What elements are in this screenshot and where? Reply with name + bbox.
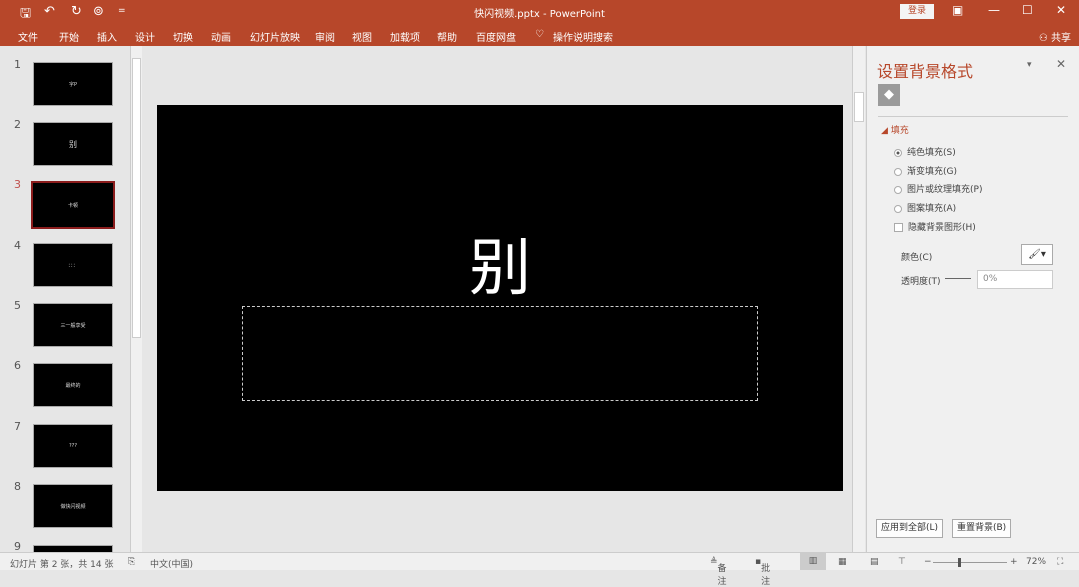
picture-fill-radio[interactable]: 图片或纹理填充(P) [894, 182, 982, 195]
maximize-button[interactable]: ☐ [1022, 3, 1033, 17]
slideshow-button[interactable]: ⊤ [898, 557, 906, 567]
slide-thumb[interactable]: 字P [33, 62, 113, 106]
tab-animations[interactable]: 动画 [211, 29, 231, 44]
slide-thumb[interactable]: 三一般享受 [33, 303, 113, 347]
pane-title: 设置背景格式 [877, 62, 974, 81]
reading-view-button[interactable]: ▤ [870, 557, 879, 567]
transparency-label: 透明度(T) [901, 277, 941, 287]
fit-to-window-icon[interactable]: ⛶ [1057, 557, 1063, 567]
current-slide[interactable]: 别 [157, 105, 843, 491]
option-label: 纯色填充(S) [907, 148, 956, 158]
reset-background-button[interactable]: 重置背景(B) [952, 519, 1012, 538]
language-indicator[interactable]: 中文(中国) [150, 557, 193, 570]
zoom-slider[interactable] [933, 558, 1007, 567]
slide-number: 3 [14, 178, 21, 191]
slide-thumb[interactable]: 做快闪视频 [33, 484, 113, 528]
color-picker-button[interactable]: 🖌▾ [1021, 244, 1053, 265]
pane-close-icon[interactable]: ✕ [1056, 57, 1066, 71]
lightbulb-icon: ♡ [535, 29, 544, 40]
slide-thumb[interactable]: 别 [33, 122, 113, 166]
spellcheck-icon[interactable]: ⎘ [128, 557, 135, 567]
ribbon-tabs: 文件 开始 插入 设计 切换 动画 幻灯片放映 审阅 视图 加载项 帮助 百度网… [0, 24, 1079, 46]
zoom-slider-thumb[interactable] [958, 558, 961, 567]
slide-number: 2 [14, 118, 21, 131]
notes-label: 备注 [717, 564, 727, 587]
minimize-button[interactable]: — [988, 3, 1000, 17]
subtitle-placeholder[interactable] [242, 306, 758, 401]
tab-home[interactable]: 开始 [59, 29, 79, 44]
fill-section-header[interactable]: ◢ 填充 [881, 123, 909, 136]
transparency-input[interactable]: 0% [977, 270, 1053, 289]
editor-scrollbar[interactable] [852, 46, 865, 552]
option-label: 图案填充(A) [907, 204, 957, 214]
zoom-out-button[interactable]: − [924, 557, 932, 567]
comments-label: 批注 [761, 564, 771, 587]
color-label: 颜色(C) [901, 253, 933, 263]
tab-insert[interactable]: 插入 [97, 29, 117, 44]
radio[interactable] [894, 204, 902, 213]
slide-thumb[interactable]: ??? [33, 424, 113, 468]
fill-section-label: 填充 [890, 126, 909, 136]
slide-number: 8 [14, 480, 21, 493]
hide-bg-graphics-checkbox[interactable]: 隐藏背景图形(H) [894, 220, 976, 233]
slide-title-text[interactable]: 别 [157, 217, 843, 307]
tab-design[interactable]: 设计 [135, 29, 155, 44]
notes-button[interactable]: ≜ 备注 [710, 557, 727, 587]
tab-review[interactable]: 审阅 [315, 29, 335, 44]
tab-help[interactable]: 帮助 [437, 29, 457, 44]
divider [878, 116, 1068, 117]
slide-thumb-selected[interactable]: 卡顿 [31, 181, 115, 229]
slide-number: 7 [14, 420, 21, 433]
slide-thumb[interactable] [33, 545, 113, 552]
slide-thumb[interactable]: ：：： [33, 243, 113, 287]
format-background-pane: 设置背景格式 ▾ ✕ ◆ ◢ 填充 纯色填充(S) 渐变填充(G) 图片或纹理填… [866, 46, 1079, 552]
tab-addins[interactable]: 加载项 [390, 29, 420, 44]
transparency-slider[interactable] [945, 278, 971, 279]
tab-transitions[interactable]: 切换 [173, 29, 193, 44]
slide-number: 5 [14, 299, 21, 312]
normal-view-button[interactable]: ▥ [800, 553, 826, 570]
login-button[interactable]: 登录 [900, 4, 934, 19]
status-bar: 幻灯片 第 2 张，共 14 张 ⎘ 中文(中国) ≜ 备注 ▪ 批注 ▥ ▦ … [0, 552, 1079, 587]
option-label: 渐变填充(G) [907, 167, 957, 177]
slide-thumbnails: 1 字P 2 别 3 卡顿 4 ：：： 5 三一般享受 6 最终的 7 ??? … [0, 46, 130, 552]
share-button[interactable]: ⚇ 共享 [1039, 29, 1071, 44]
slide-number: 9 [14, 540, 21, 552]
slide-counter: 幻灯片 第 2 张，共 14 张 [10, 560, 114, 570]
slide-number: 4 [14, 239, 21, 252]
scroll-thumb[interactable] [132, 58, 141, 338]
radio[interactable] [894, 148, 902, 157]
pattern-fill-radio[interactable]: 图案填充(A) [894, 201, 956, 214]
slide-number: 1 [14, 58, 21, 71]
gradient-fill-radio[interactable]: 渐变填充(G) [894, 164, 957, 177]
slide-sorter-button[interactable]: ▦ [838, 557, 847, 567]
radio[interactable] [894, 167, 902, 176]
title-bar: 🖫 ↶ ↻ ⊚ = 快闪视频.pptx - PowerPoint 登录 ▣ — … [0, 0, 1079, 24]
ribbon-display-icon[interactable]: ▣ [952, 3, 963, 17]
radio[interactable] [894, 185, 902, 194]
tab-file[interactable]: 文件 [18, 29, 38, 44]
scroll-thumb[interactable] [854, 92, 864, 122]
tab-slideshow[interactable]: 幻灯片放映 [250, 29, 300, 44]
zoom-in-button[interactable]: + [1010, 557, 1018, 567]
pane-options-icon[interactable]: ▾ [1027, 60, 1032, 70]
apply-to-all-button[interactable]: 应用到全部(L) [876, 519, 944, 538]
slide-number: 6 [14, 359, 21, 372]
slide-thumb[interactable]: 最终的 [33, 363, 113, 407]
checkbox[interactable] [894, 223, 903, 232]
zoom-level[interactable]: 72% [1026, 557, 1046, 567]
tab-view[interactable]: 视图 [352, 29, 372, 44]
fill-icon[interactable]: ◆ [878, 84, 900, 106]
option-label: 图片或纹理填充(P) [907, 185, 983, 195]
solid-fill-radio[interactable]: 纯色填充(S) [894, 145, 956, 158]
thumbnail-scrollbar[interactable] [130, 46, 142, 552]
tab-baidu[interactable]: 百度网盘 [476, 29, 516, 44]
slide-editor: 别 [146, 46, 852, 552]
option-label: 隐藏背景图形(H) [908, 223, 976, 233]
comments-button[interactable]: ▪ 批注 [755, 557, 770, 587]
close-button[interactable]: ✕ [1056, 3, 1066, 17]
tell-me-search[interactable]: 操作说明搜索 [553, 29, 613, 44]
share-label: 共享 [1051, 33, 1071, 44]
